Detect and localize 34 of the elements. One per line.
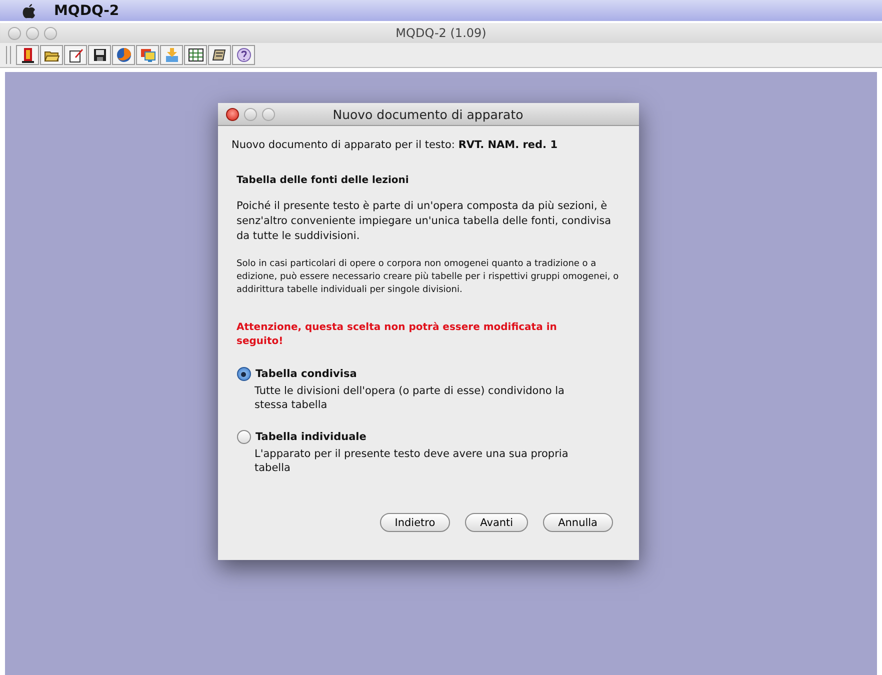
monitor-icon [140,47,156,63]
grid-icon [188,47,204,63]
radio-button[interactable] [236,430,250,444]
intro-text: Nuovo documento di apparato per il testo: RVT. NAM. red. 1 [232,139,559,151]
option-label[interactable]: Tabella condivisa [256,368,357,380]
door-button[interactable] [16,45,39,65]
monitor-button[interactable] [136,45,159,65]
app-name[interactable]: MQDQ-2 [54,2,120,18]
floppy-disk-button[interactable] [88,45,111,65]
warning-text: Attenzione, questa scelta non potrà essere modificata in seguito! [236,321,558,349]
pencil-icon [68,47,84,63]
radio-button[interactable] [236,367,250,381]
description-text: Poiché il presente testo è parte di un'opera composta da più sezioni, è senz'altro conveniente impiegare un'unica tabella delle fonti, condivisa da tutte le suddivisioni. [236,199,612,244]
folder-button[interactable] [40,45,63,65]
door-icon [20,47,36,63]
dialog-button[interactable]: Indietro [380,513,450,532]
option-label[interactable]: Tabella individuale [256,431,366,443]
scroll-icon [212,47,228,63]
option-description: L'apparato per il presente testo deve avere una sua propria tabella [254,447,570,475]
download-icon [164,47,180,63]
close-button[interactable] [226,108,238,120]
dialog-button[interactable]: Annulla [543,513,612,532]
option-description: Tutte le divisioni dell'opera (o parte di esse) condividono la stessa tabella [254,384,566,412]
help-button[interactable] [232,45,255,65]
pencil-button[interactable] [64,45,87,65]
dialog-title: Nuovo documento di apparato [332,106,524,122]
scroll-button[interactable] [208,45,231,65]
section-heading: Tabella delle fonti delle lezioni [236,175,410,186]
help-icon [236,47,252,63]
grid-button[interactable] [184,45,207,65]
window-title: MQDQ-2 (1.09) [394,26,488,40]
note-text: Solo in casi particolari di opere o corpora non omogenei quanto a tradizione o a edizione, può essere necessario creare più tabelle per i rispettivi gruppi omogenei, o addirittura tabelle individuali per singole divisioni. [236,258,620,297]
apple-icon[interactable] [22,2,36,18]
dialog-button[interactable]: Avanti [465,513,528,532]
